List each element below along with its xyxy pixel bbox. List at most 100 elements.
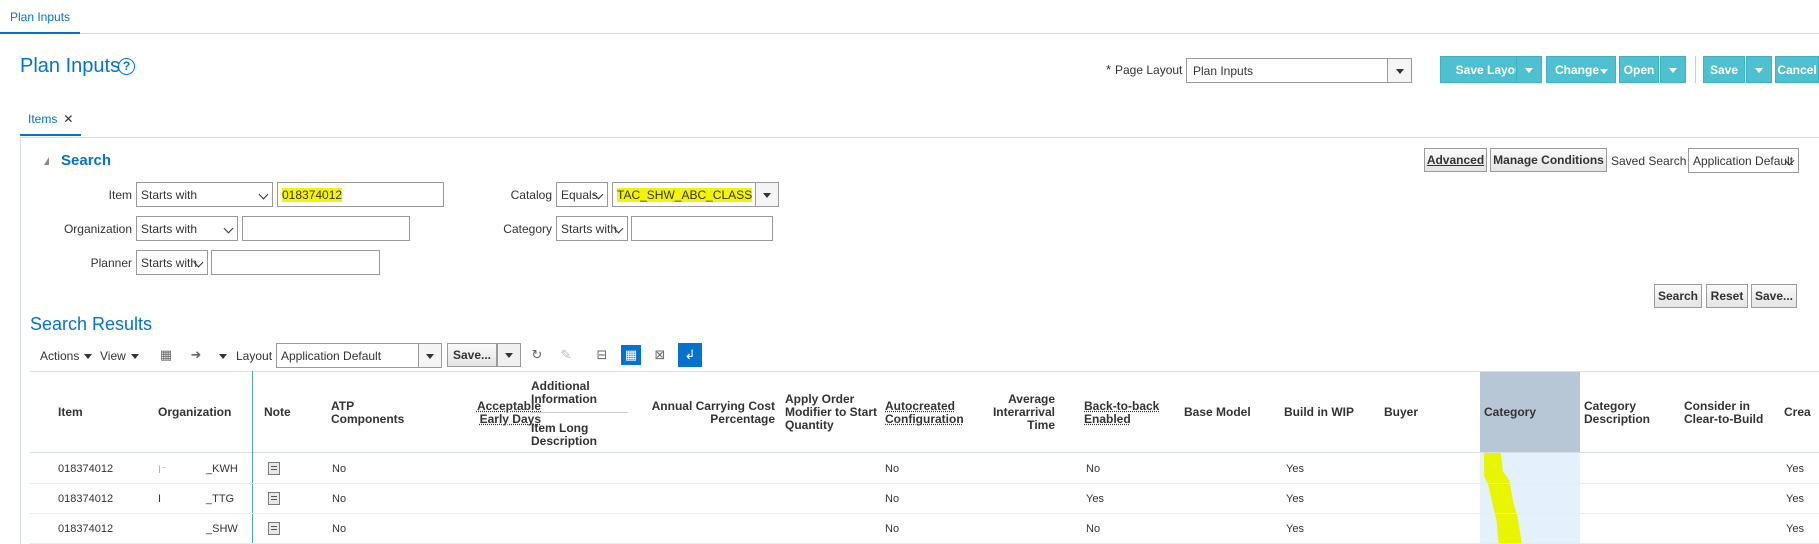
- item-input[interactable]: 018374012: [277, 182, 444, 207]
- top-navigation: Plan Inputs: [0, 0, 1819, 34]
- cell-atp: No: [332, 493, 347, 505]
- refresh-icon[interactable]: ↻: [527, 345, 547, 365]
- organization-label: Organization: [63, 222, 132, 236]
- header-buyer[interactable]: Buyer: [1384, 406, 1418, 419]
- header-note[interactable]: Note: [264, 406, 291, 419]
- header-item-long-description[interactable]: Item Long Description: [531, 422, 597, 448]
- page-layout-select[interactable]: Plan Inputs: [1186, 58, 1412, 83]
- table-row[interactable]: 018374012 I _TTG No No Yes Yes Yes: [30, 484, 1819, 514]
- edit-icon: ✎: [560, 347, 572, 362]
- collapse-triangle-icon[interactable]: [44, 157, 49, 165]
- go-icon[interactable]: ➜: [186, 345, 206, 365]
- change-button[interactable]: Change: [1546, 56, 1616, 83]
- header-category[interactable]: Category: [1484, 406, 1536, 419]
- category-operator-select[interactable]: Starts with: [556, 216, 628, 241]
- toolbar-divider: [1695, 56, 1696, 83]
- search-results-heading: Search Results: [30, 314, 153, 334]
- save-menu-button[interactable]: [1746, 56, 1772, 83]
- chevron-down-icon[interactable]: [1387, 59, 1411, 82]
- category-label: Category: [503, 222, 552, 236]
- save-layout-menu-button[interactable]: [1516, 56, 1542, 83]
- cell-autocreated: No: [885, 523, 900, 535]
- item-label: Item: [108, 188, 132, 202]
- cell-build-wip: Yes: [1286, 463, 1304, 475]
- filter-icon[interactable]: ⊟: [592, 345, 612, 365]
- open-button[interactable]: Open: [1619, 56, 1659, 83]
- header-additional-information[interactable]: Additional Information: [531, 380, 597, 406]
- organization-operator-select[interactable]: Starts with: [136, 216, 238, 241]
- cell-org-prefix: I: [158, 493, 162, 505]
- catalog-value: TAC_SHW_ABC_CLASS: [617, 188, 753, 202]
- saved-search-select[interactable]: Application Default: [1688, 148, 1799, 173]
- tab-plan-inputs[interactable]: Plan Inputs: [0, 0, 81, 34]
- advanced-button[interactable]: Advanced: [1424, 148, 1487, 172]
- cell-organization: _KWH: [206, 463, 238, 475]
- header-average-interarrival-time[interactable]: Average Interarrival Time: [985, 393, 1055, 432]
- export-icon[interactable]: ▦: [156, 345, 176, 365]
- cell-org-prefix: I⁻: [158, 464, 167, 476]
- item-operator-select[interactable]: Starts with: [136, 182, 273, 207]
- header-divider: [531, 412, 628, 413]
- cell-item: 018374012: [58, 493, 114, 505]
- actions-menu[interactable]: Actions: [40, 349, 93, 363]
- catalog-operator-select[interactable]: Equals: [556, 182, 608, 207]
- search-button[interactable]: Search: [1654, 284, 1702, 308]
- header-organization[interactable]: Organization: [158, 406, 231, 419]
- header-atp-components[interactable]: ATP Components: [331, 400, 404, 426]
- save-results-menu-button[interactable]: [497, 343, 521, 367]
- header-autocreated-configuration[interactable]: Autocreated Configuration: [885, 400, 964, 426]
- tab-items[interactable]: Items ✕: [20, 110, 82, 136]
- cell-atp: No: [332, 523, 347, 535]
- header-build-in-wip[interactable]: Build in WIP: [1284, 406, 1354, 419]
- planner-input[interactable]: [211, 250, 380, 275]
- layout-dropdown-button[interactable]: [418, 343, 442, 368]
- planner-label: Planner: [90, 256, 132, 270]
- grid-view-icon[interactable]: ▦: [621, 345, 641, 365]
- wrap-icon[interactable]: ↲: [678, 343, 702, 367]
- page-layout-value: Plan Inputs: [1193, 64, 1254, 78]
- chevron-down-icon: [763, 192, 771, 198]
- close-icon[interactable]: ✕: [63, 112, 73, 126]
- save-layout-results-button[interactable]: Save...: [447, 343, 497, 367]
- page-title: Plan Inputs: [20, 55, 121, 77]
- freeze-icon[interactable]: ⊠: [650, 345, 670, 365]
- header-crea[interactable]: Crea: [1784, 406, 1811, 419]
- organization-input[interactable]: [242, 216, 410, 241]
- view-menu[interactable]: View: [100, 349, 139, 363]
- header-base-model[interactable]: Base Model: [1184, 406, 1251, 419]
- saved-search-label: Saved Search: [1611, 154, 1687, 168]
- cancel-button[interactable]: Cancel: [1775, 56, 1819, 83]
- manage-conditions-button[interactable]: Manage Conditions: [1490, 148, 1607, 172]
- catalog-dropdown-button[interactable]: [755, 182, 779, 207]
- note-icon[interactable]: [268, 492, 280, 505]
- layout-label: Layout: [236, 349, 273, 363]
- reset-button[interactable]: Reset: [1706, 284, 1748, 308]
- catalog-input[interactable]: TAC_SHW_ABC_CLASS: [612, 182, 779, 207]
- header-acceptable-early-days[interactable]: Acceptable Early Days: [450, 400, 541, 426]
- table-row[interactable]: 018374012 _SHW No No No Yes Yes: [30, 514, 1819, 544]
- header-annual-carrying-cost[interactable]: Annual Carrying Cost Percentage: [628, 400, 775, 426]
- help-icon[interactable]: ?: [118, 58, 135, 75]
- table-header: Item Organization Note ATP Components Acc…: [30, 371, 1819, 453]
- header-apply-order-modifier[interactable]: Apply Order Modifier to Start Quantity: [785, 393, 877, 432]
- open-menu-button[interactable]: [1660, 56, 1686, 83]
- header-item[interactable]: Item: [58, 406, 83, 419]
- catalog-label: Catalog: [510, 188, 552, 202]
- planner-operator-select[interactable]: Starts with: [136, 250, 208, 275]
- category-input[interactable]: [631, 216, 773, 241]
- search-heading: Search: [61, 152, 112, 169]
- cell-organization: _TTG: [206, 493, 235, 505]
- save-button[interactable]: Save: [1703, 56, 1745, 83]
- page-layout-label: Page Layout: [1115, 63, 1183, 77]
- note-icon[interactable]: [268, 462, 280, 475]
- chevron-down-icon: [505, 353, 513, 358]
- cell-b2b: No: [1086, 463, 1101, 475]
- note-icon[interactable]: [268, 522, 280, 535]
- header-category-description[interactable]: Category Description: [1584, 400, 1650, 426]
- header-consider-in-clear-to-build[interactable]: Consider in Clear-to-Build: [1684, 400, 1763, 426]
- cell-organization: _SHW: [206, 523, 238, 535]
- save-search-button[interactable]: Save...: [1751, 284, 1797, 308]
- header-back-to-back-enabled[interactable]: Back-to-back Enabled: [1084, 400, 1159, 426]
- table-row[interactable]: 018374012 I⁻ _KWH No No No Yes Yes: [30, 454, 1819, 484]
- go-menu[interactable]: [214, 349, 227, 363]
